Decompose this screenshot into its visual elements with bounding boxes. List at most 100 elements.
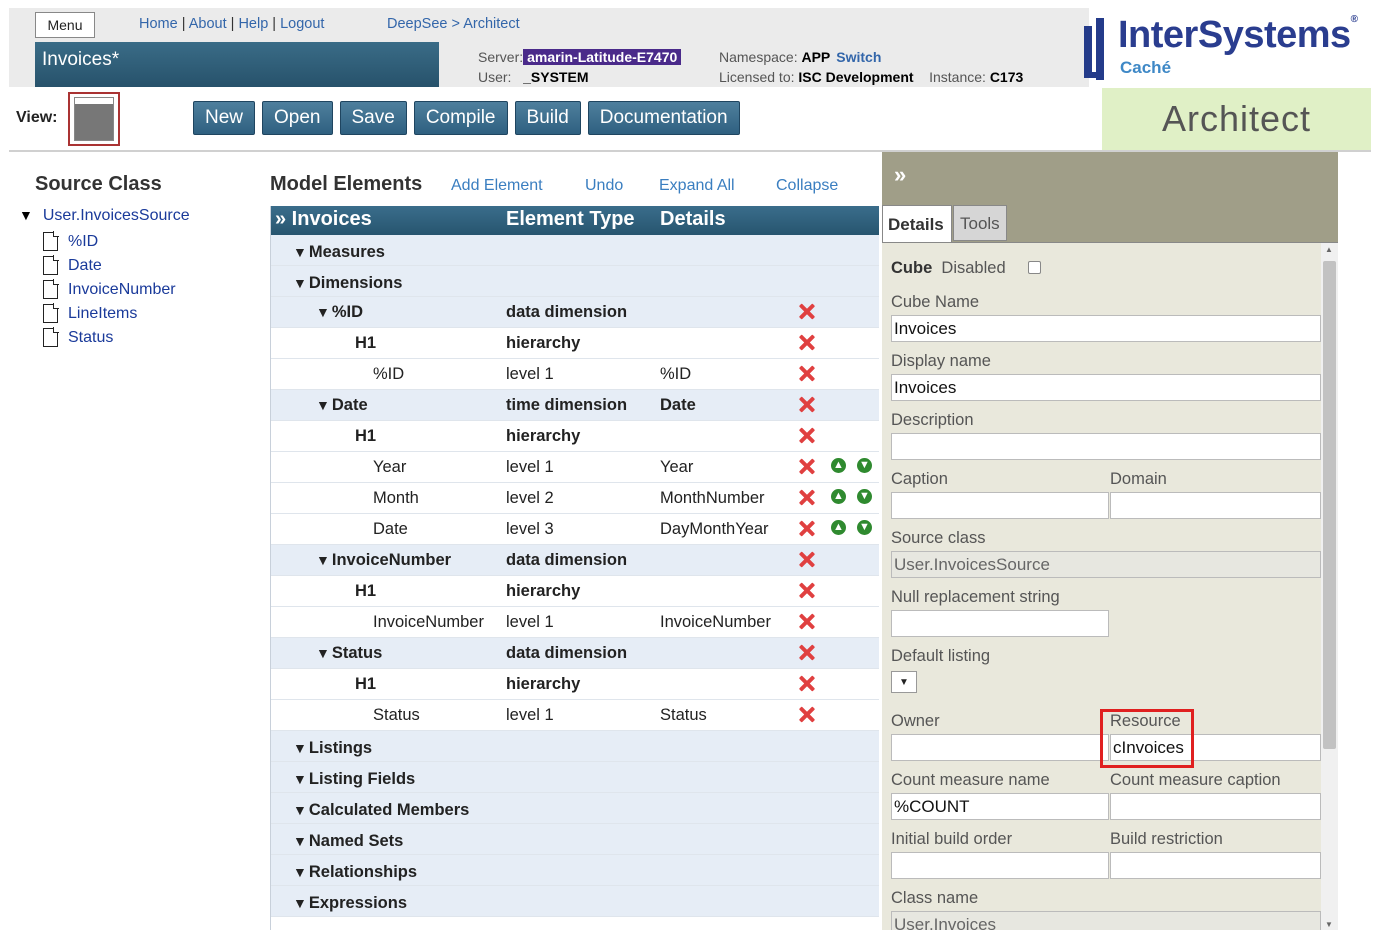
tab-details[interactable]: Details <box>882 205 952 242</box>
switch-link[interactable]: Switch <box>836 49 881 65</box>
level-row[interactable]: Date level 3 DayMonthYear ▲ ▼ <box>271 514 879 545</box>
view-layout-icon[interactable] <box>68 92 120 146</box>
expand-triangle-icon[interactable]: ▼ <box>316 645 330 661</box>
expand-all-link[interactable]: Expand All <box>659 177 735 195</box>
delete-icon[interactable] <box>798 675 815 692</box>
save-button[interactable]: Save <box>339 101 407 135</box>
delete-icon[interactable] <box>798 520 815 537</box>
home-link[interactable]: Home <box>139 16 178 32</box>
move-up-icon[interactable]: ▲ <box>831 458 846 473</box>
level-row[interactable]: Month level 2 MonthNumber ▲ ▼ <box>271 483 879 514</box>
dimension-row[interactable]: ▼ Status data dimension <box>271 638 879 669</box>
hierarchy-row[interactable]: H1 hierarchy <box>271 328 879 359</box>
menu-button[interactable]: Menu <box>35 12 95 38</box>
disabled-checkbox[interactable] <box>1028 261 1041 274</box>
expand-triangle-icon[interactable]: ▼ <box>316 304 330 320</box>
tab-tools[interactable]: Tools <box>953 205 1007 241</box>
level-row[interactable]: Status level 1 Status <box>271 700 879 731</box>
count-measure-caption-input[interactable] <box>1110 793 1321 820</box>
undo-link[interactable]: Undo <box>585 177 623 195</box>
expand-triangle-icon[interactable]: ▼ <box>293 802 307 818</box>
details-scrollbar[interactable]: ▲ ▼ <box>1321 243 1338 930</box>
expand-triangle-icon[interactable]: ▼ <box>293 833 307 849</box>
section-row[interactable]: ▼ Calculated Members <box>271 793 879 824</box>
source-property-item[interactable]: %ID <box>43 231 98 251</box>
delete-icon[interactable] <box>798 582 815 599</box>
delete-icon[interactable] <box>798 396 815 413</box>
new-button[interactable]: New <box>193 101 256 135</box>
about-link[interactable]: About <box>189 16 227 32</box>
delete-icon[interactable] <box>798 706 815 723</box>
source-property-item[interactable]: LineItems <box>43 303 137 323</box>
hierarchy-row[interactable]: H1 hierarchy <box>271 421 879 452</box>
display-name-input[interactable]: Invoices <box>891 374 1321 401</box>
delete-icon[interactable] <box>798 334 815 351</box>
section-row[interactable]: ▼ Dimensions <box>271 266 879 297</box>
move-down-icon[interactable]: ▼ <box>857 458 872 473</box>
delete-icon[interactable] <box>798 644 815 661</box>
collapse-link[interactable]: Collapse <box>776 177 838 195</box>
breadcrumb[interactable]: DeepSee > Architect <box>387 16 520 32</box>
move-up-icon[interactable]: ▲ <box>831 489 846 504</box>
delete-icon[interactable] <box>798 427 815 444</box>
move-down-icon[interactable]: ▼ <box>857 520 872 535</box>
owner-input[interactable] <box>891 734 1109 761</box>
expand-triangle-icon[interactable]: ▼ <box>316 552 330 568</box>
section-row[interactable]: ▼ Relationships <box>271 855 879 886</box>
section-row[interactable]: ▼ Listing Fields <box>271 762 879 793</box>
move-up-icon[interactable]: ▲ <box>831 520 846 535</box>
delete-icon[interactable] <box>798 365 815 382</box>
dimension-row[interactable]: ▼ %ID data dimension <box>271 297 879 328</box>
open-button[interactable]: Open <box>262 101 333 135</box>
expand-triangle-icon[interactable]: ▼ <box>316 397 330 413</box>
documentation-button[interactable]: Documentation <box>587 101 740 135</box>
null-replacement-input[interactable] <box>891 610 1109 637</box>
logout-link[interactable]: Logout <box>280 16 324 32</box>
expand-triangle-icon[interactable]: ▼ <box>293 864 307 880</box>
section-row[interactable]: ▼ Named Sets <box>271 824 879 855</box>
collapse-panel-icon[interactable]: » <box>894 162 906 188</box>
level-row[interactable]: InvoiceNumber level 1 InvoiceNumber <box>271 607 879 638</box>
description-input[interactable] <box>891 433 1321 460</box>
expand-triangle-icon[interactable]: ▼ <box>293 740 307 756</box>
delete-icon[interactable] <box>798 551 815 568</box>
delete-icon[interactable] <box>798 458 815 475</box>
help-link[interactable]: Help <box>238 16 268 32</box>
build-restriction-input[interactable] <box>1110 852 1321 879</box>
delete-icon[interactable] <box>798 303 815 320</box>
scroll-thumb[interactable] <box>1323 261 1336 749</box>
initial-build-order-input[interactable] <box>891 852 1109 879</box>
section-row[interactable]: ▼ Listings <box>271 731 879 762</box>
section-row[interactable]: ▼ Expressions <box>271 886 879 917</box>
cube-name-input[interactable]: Invoices <box>891 315 1321 342</box>
section-row[interactable]: ▼ Measures <box>271 235 879 266</box>
dimension-row[interactable]: ▼ InvoiceNumber data dimension <box>271 545 879 576</box>
expand-triangle-icon[interactable]: ▼ <box>293 895 307 911</box>
build-button[interactable]: Build <box>514 101 581 135</box>
source-property-item[interactable]: Date <box>43 255 102 275</box>
compile-button[interactable]: Compile <box>413 101 508 135</box>
hierarchy-row[interactable]: H1 hierarchy <box>271 669 879 700</box>
move-down-icon[interactable]: ▼ <box>857 489 872 504</box>
level-row[interactable]: Year level 1 Year ▲ ▼ <box>271 452 879 483</box>
dimension-row[interactable]: ▼ Date time dimension Date <box>271 390 879 421</box>
source-property-item[interactable]: Status <box>43 327 113 347</box>
domain-input[interactable] <box>1110 492 1321 519</box>
level-row[interactable]: %ID level 1 %ID <box>271 359 879 390</box>
add-element-link[interactable]: Add Element <box>451 177 543 195</box>
count-measure-name-input[interactable]: %COUNT <box>891 793 1109 820</box>
default-listing-select[interactable]: ▼ <box>891 671 917 693</box>
expand-triangle-icon[interactable]: ▼ <box>293 771 307 787</box>
delete-icon[interactable] <box>798 613 815 630</box>
scroll-down-icon[interactable]: ▼ <box>1325 920 1333 929</box>
expand-triangle-icon[interactable]: ▼ <box>293 244 307 260</box>
expand-triangle-icon[interactable]: ▼ <box>293 275 307 291</box>
scroll-up-icon[interactable]: ▲ <box>1325 245 1333 254</box>
source-property-item[interactable]: InvoiceNumber <box>43 279 176 299</box>
hierarchy-row[interactable]: H1 hierarchy <box>271 576 879 607</box>
cube-name-header[interactable]: » Invoices <box>275 208 372 231</box>
source-class-root[interactable]: ▼ User.InvoicesSource <box>19 207 190 225</box>
delete-icon[interactable] <box>798 489 815 506</box>
expand-triangle-icon[interactable]: ▼ <box>19 207 33 223</box>
caption-input[interactable] <box>891 492 1109 519</box>
